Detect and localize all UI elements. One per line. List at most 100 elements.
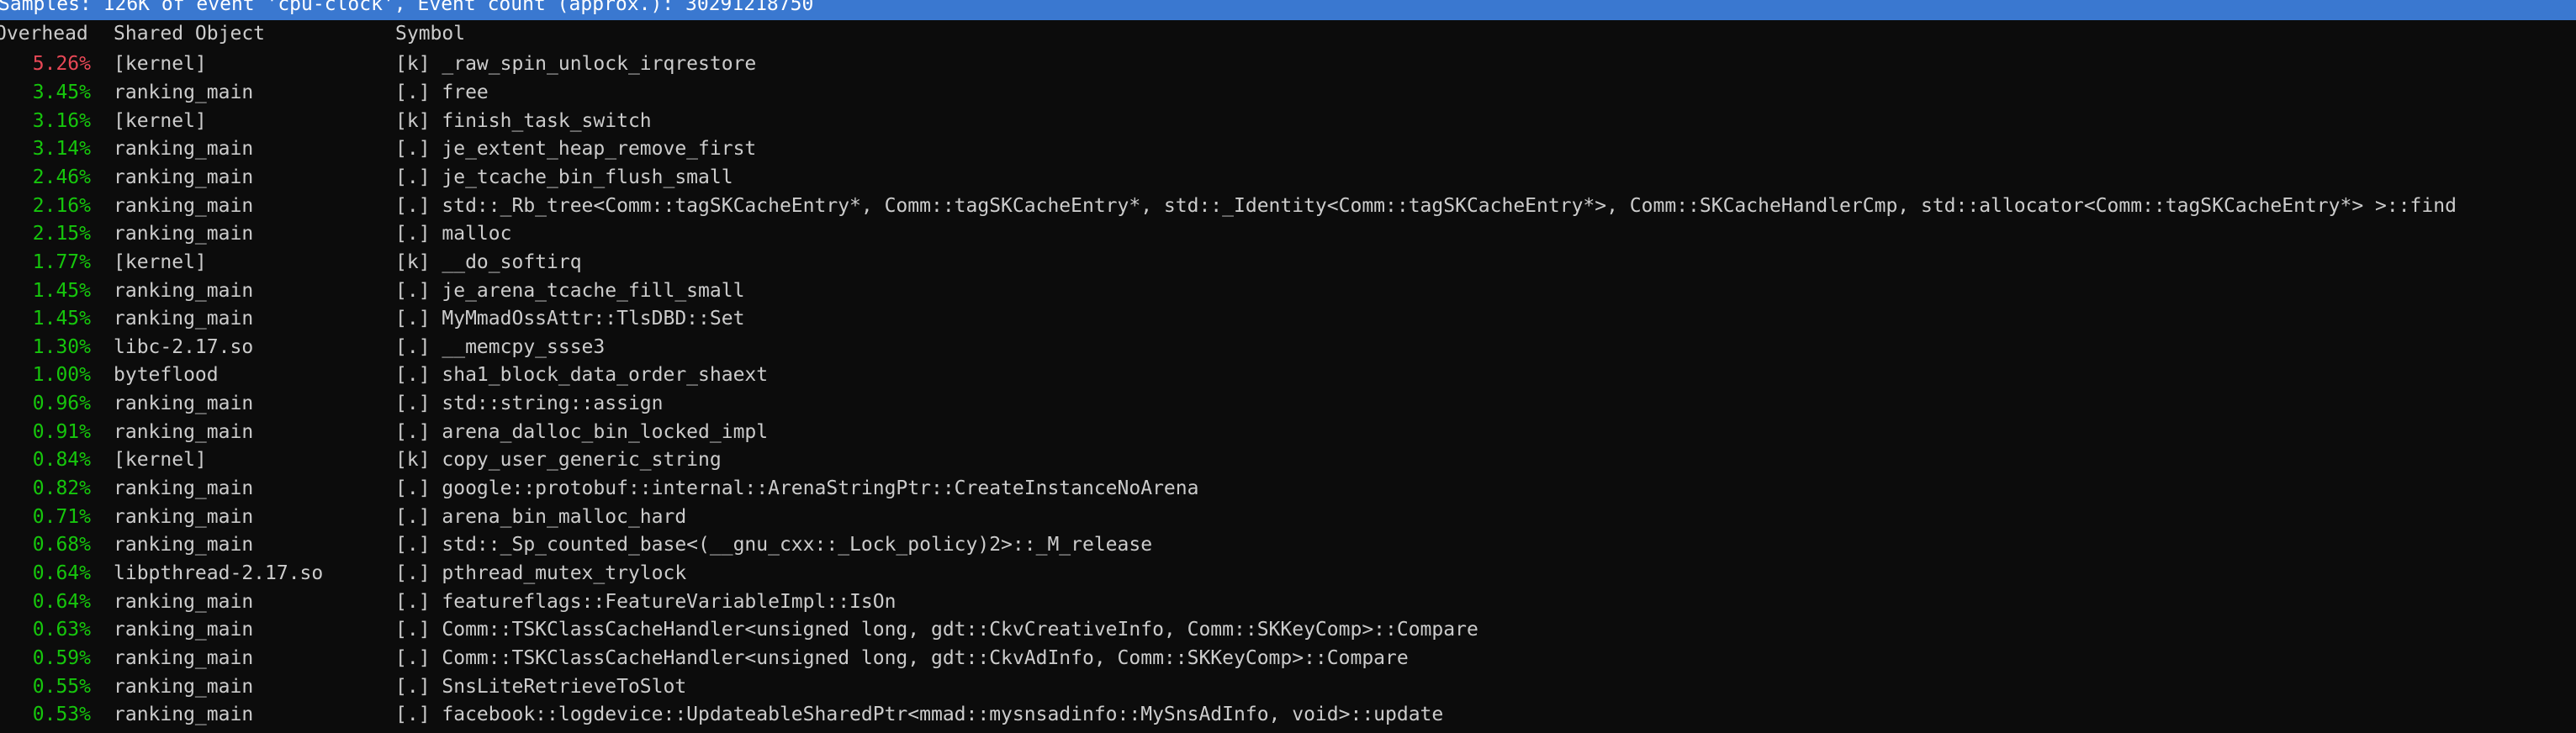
shared-object-name: ranking_main <box>114 166 254 188</box>
symbol-name: [k] __do_softirq <box>395 250 582 273</box>
perf-row[interactable]: 0.82% ranking_main [.] google::protobuf::i… <box>0 475 2576 503</box>
symbol-name: [.] Comm::TSKClassCacheHandler<unsigned … <box>395 619 1478 641</box>
symbol-name: [.] std::_Sp_counted_base<(__gnu_cxx::_L… <box>395 534 1153 556</box>
perf-row[interactable]: 0.84% [kernel] [k] copy_user_generic_strin… <box>0 446 2576 474</box>
shared-object-name: ranking_main <box>114 675 254 698</box>
symbol-name: [.] arena_dalloc_bin_locked_impl <box>395 420 769 443</box>
shared-object-name: ranking_main <box>114 279 254 302</box>
samples-summary: Samples: 126K of event 'cpu-clock', Even… <box>0 0 814 15</box>
perf-row[interactable]: 1.45% ranking_main [.] je_arena_tcache_fil… <box>0 277 2576 305</box>
shared-object-name: ranking_main <box>114 420 254 443</box>
perf-row[interactable]: 0.55% ranking_main [.] SnsLiteRetrieveToSl… <box>0 673 2576 701</box>
overhead-percent: 3.14% <box>32 138 91 161</box>
symbol-column-header[interactable]: Symbol <box>395 20 465 48</box>
perf-row[interactable]: 0.51% perf [.] __symbols__insert <box>0 730 2576 733</box>
symbol-name: [k] finish_task_switch <box>395 109 652 132</box>
shared-object-column-header[interactable]: Shared Object <box>114 20 265 48</box>
symbol-name: [.] pthread_mutex_trylock <box>395 562 687 584</box>
overhead-percent: 0.51% <box>33 730 91 733</box>
shared-object-name: libpthread-2.17.so <box>114 562 324 584</box>
perf-row[interactable]: 0.91% ranking_main [.] arena_dalloc_bin_lo… <box>0 419 2576 446</box>
perf-row[interactable]: 0.59% ranking_main [.] Comm::TSKClassCache… <box>0 645 2576 672</box>
symbol-name: [.] je_tcache_bin_flush_small <box>395 166 733 188</box>
shared-object-name: ranking_main <box>114 590 254 613</box>
perf-row[interactable]: 2.46% ranking_main [.] je_tcache_bin_flush… <box>0 164 2576 192</box>
symbol-name: [k] copy_user_generic_string <box>395 449 722 472</box>
symbol-name: [.] sha1_block_data_order_shaext <box>395 364 769 387</box>
overhead-percent: 1.00% <box>32 364 91 387</box>
overhead-percent: 0.68% <box>32 534 91 556</box>
perf-row[interactable]: 3.14% ranking_main [.] je_extent_heap_remo… <box>0 135 2576 163</box>
perf-row[interactable]: 2.15% ranking_main [.] malloc <box>0 220 2576 248</box>
overhead-percent: 2.16% <box>32 194 91 217</box>
shared-object-name: [kernel] <box>114 449 207 472</box>
perf-row[interactable]: 1.30% libc-2.17.so [.] __memcpy_ssse3 <box>0 334 2576 361</box>
overhead-percent: 0.64% <box>32 590 91 613</box>
status-banner: Samples: 126K of event 'cpu-clock', Even… <box>0 0 2576 20</box>
symbol-name: [.] std::_Rb_tree<Comm::tagSKCacheEntry*… <box>395 194 2457 217</box>
overhead-percent: 1.45% <box>32 279 91 302</box>
overhead-percent: 3.16% <box>32 109 91 132</box>
overhead-percent: 0.91% <box>32 420 91 443</box>
shared-object-name: ranking_main <box>114 704 254 726</box>
symbol-name: [.] malloc <box>395 223 512 245</box>
symbol-name: [.] free <box>395 81 489 103</box>
overhead-percent: 0.59% <box>32 646 91 669</box>
perf-row[interactable]: 0.53% ranking_main [.] facebook::logdevice… <box>0 701 2576 729</box>
symbol-name: [.] google::protobuf::internal::ArenaStr… <box>395 477 1199 500</box>
overhead-percent: 0.53% <box>32 704 91 726</box>
shared-object-name: perf <box>114 730 160 733</box>
perf-row[interactable]: 5.26% [kernel] [k] _raw_spin_unlock_irqres… <box>0 50 2576 78</box>
shared-object-name: ranking_main <box>114 194 254 217</box>
shared-object-name: ranking_main <box>114 477 254 500</box>
shared-object-name: [kernel] <box>114 53 207 76</box>
shared-object-name: ranking_main <box>114 81 254 103</box>
symbol-name: [.] __symbols__insert <box>395 730 640 733</box>
symbol-name: [.] facebook::logdevice::UpdateableShare… <box>395 704 1444 726</box>
shared-object-name: [kernel] <box>114 250 207 273</box>
shared-object-name: ranking_main <box>114 308 254 330</box>
shared-object-name: ranking_main <box>114 223 254 245</box>
symbol-name: [.] featureflags::FeatureVariableImpl::I… <box>395 590 897 613</box>
symbol-name: [.] je_extent_heap_remove_first <box>395 138 757 161</box>
perf-row[interactable]: 0.96% ranking_main [.] std::string::assign <box>0 390 2576 418</box>
shared-object-name: libc-2.17.so <box>114 335 254 358</box>
perf-row[interactable]: 0.64% libpthread-2.17.so [.] pthread_mutex… <box>0 560 2576 588</box>
overhead-percent: 1.30% <box>32 335 91 358</box>
symbol-name: [.] std::string::assign <box>395 393 664 415</box>
overhead-percent: 3.45% <box>32 81 91 103</box>
shared-object-name: [kernel] <box>114 109 207 132</box>
shared-object-name: ranking_main <box>114 505 254 528</box>
shared-object-name: ranking_main <box>114 646 254 669</box>
shared-object-name: ranking_main <box>114 534 254 556</box>
shared-object-name: ranking_main <box>114 138 254 161</box>
perf-row[interactable]: 0.63% ranking_main [.] Comm::TSKClassCache… <box>0 616 2576 644</box>
column-header-row: Overhead Shared Object Symbol <box>0 20 2576 48</box>
overhead-column-header[interactable]: Overhead <box>0 20 88 48</box>
overhead-percent: 0.82% <box>32 477 91 500</box>
overhead-percent: 1.77% <box>32 250 91 273</box>
overhead-percent: 0.64% <box>32 562 91 584</box>
overhead-percent: 0.96% <box>32 393 91 415</box>
perf-row[interactable]: 0.71% ranking_main [.] arena_bin_malloc_ha… <box>0 504 2576 531</box>
overhead-percent: 1.45% <box>32 308 91 330</box>
perf-row[interactable]: 1.77% [kernel] [k] __do_softirq <box>0 249 2576 277</box>
shared-object-name: byteflood <box>114 364 219 387</box>
symbol-name: [.] arena_bin_malloc_hard <box>395 505 687 528</box>
symbol-name: [k] _raw_spin_unlock_irqrestore <box>395 53 757 76</box>
perf-row[interactable]: 3.45% ranking_main [.] free <box>0 79 2576 107</box>
overhead-percent: 2.46% <box>32 166 91 188</box>
perf-row[interactable]: 3.16% [kernel] [k] finish_task_switch <box>0 108 2576 135</box>
symbol-name: [.] __memcpy_ssse3 <box>395 335 606 358</box>
symbol-name: [.] MyMmadOssAttr::TlsDBD::Set <box>395 308 745 330</box>
perf-row[interactable]: 1.45% ranking_main [.] MyMmadOssAttr::TlsD… <box>0 305 2576 333</box>
overhead-percent: 0.63% <box>32 619 91 641</box>
symbol-name: [.] Comm::TSKClassCacheHandler<unsigned … <box>395 646 1409 669</box>
overhead-percent: 0.55% <box>32 675 91 698</box>
perf-row[interactable]: 0.64% ranking_main [.] featureflags::Featu… <box>0 588 2576 616</box>
overhead-percent: 5.26% <box>32 53 91 76</box>
perf-row[interactable]: 0.68% ranking_main [.] std::_Sp_counted_ba… <box>0 531 2576 559</box>
perf-row[interactable]: 1.00% byteflood [.] sha1_block_data_order_… <box>0 361 2576 389</box>
overhead-percent: 0.84% <box>32 449 91 472</box>
perf-row[interactable]: 2.16% ranking_main [.] std::_Rb_tree<Comm:… <box>0 192 2576 220</box>
